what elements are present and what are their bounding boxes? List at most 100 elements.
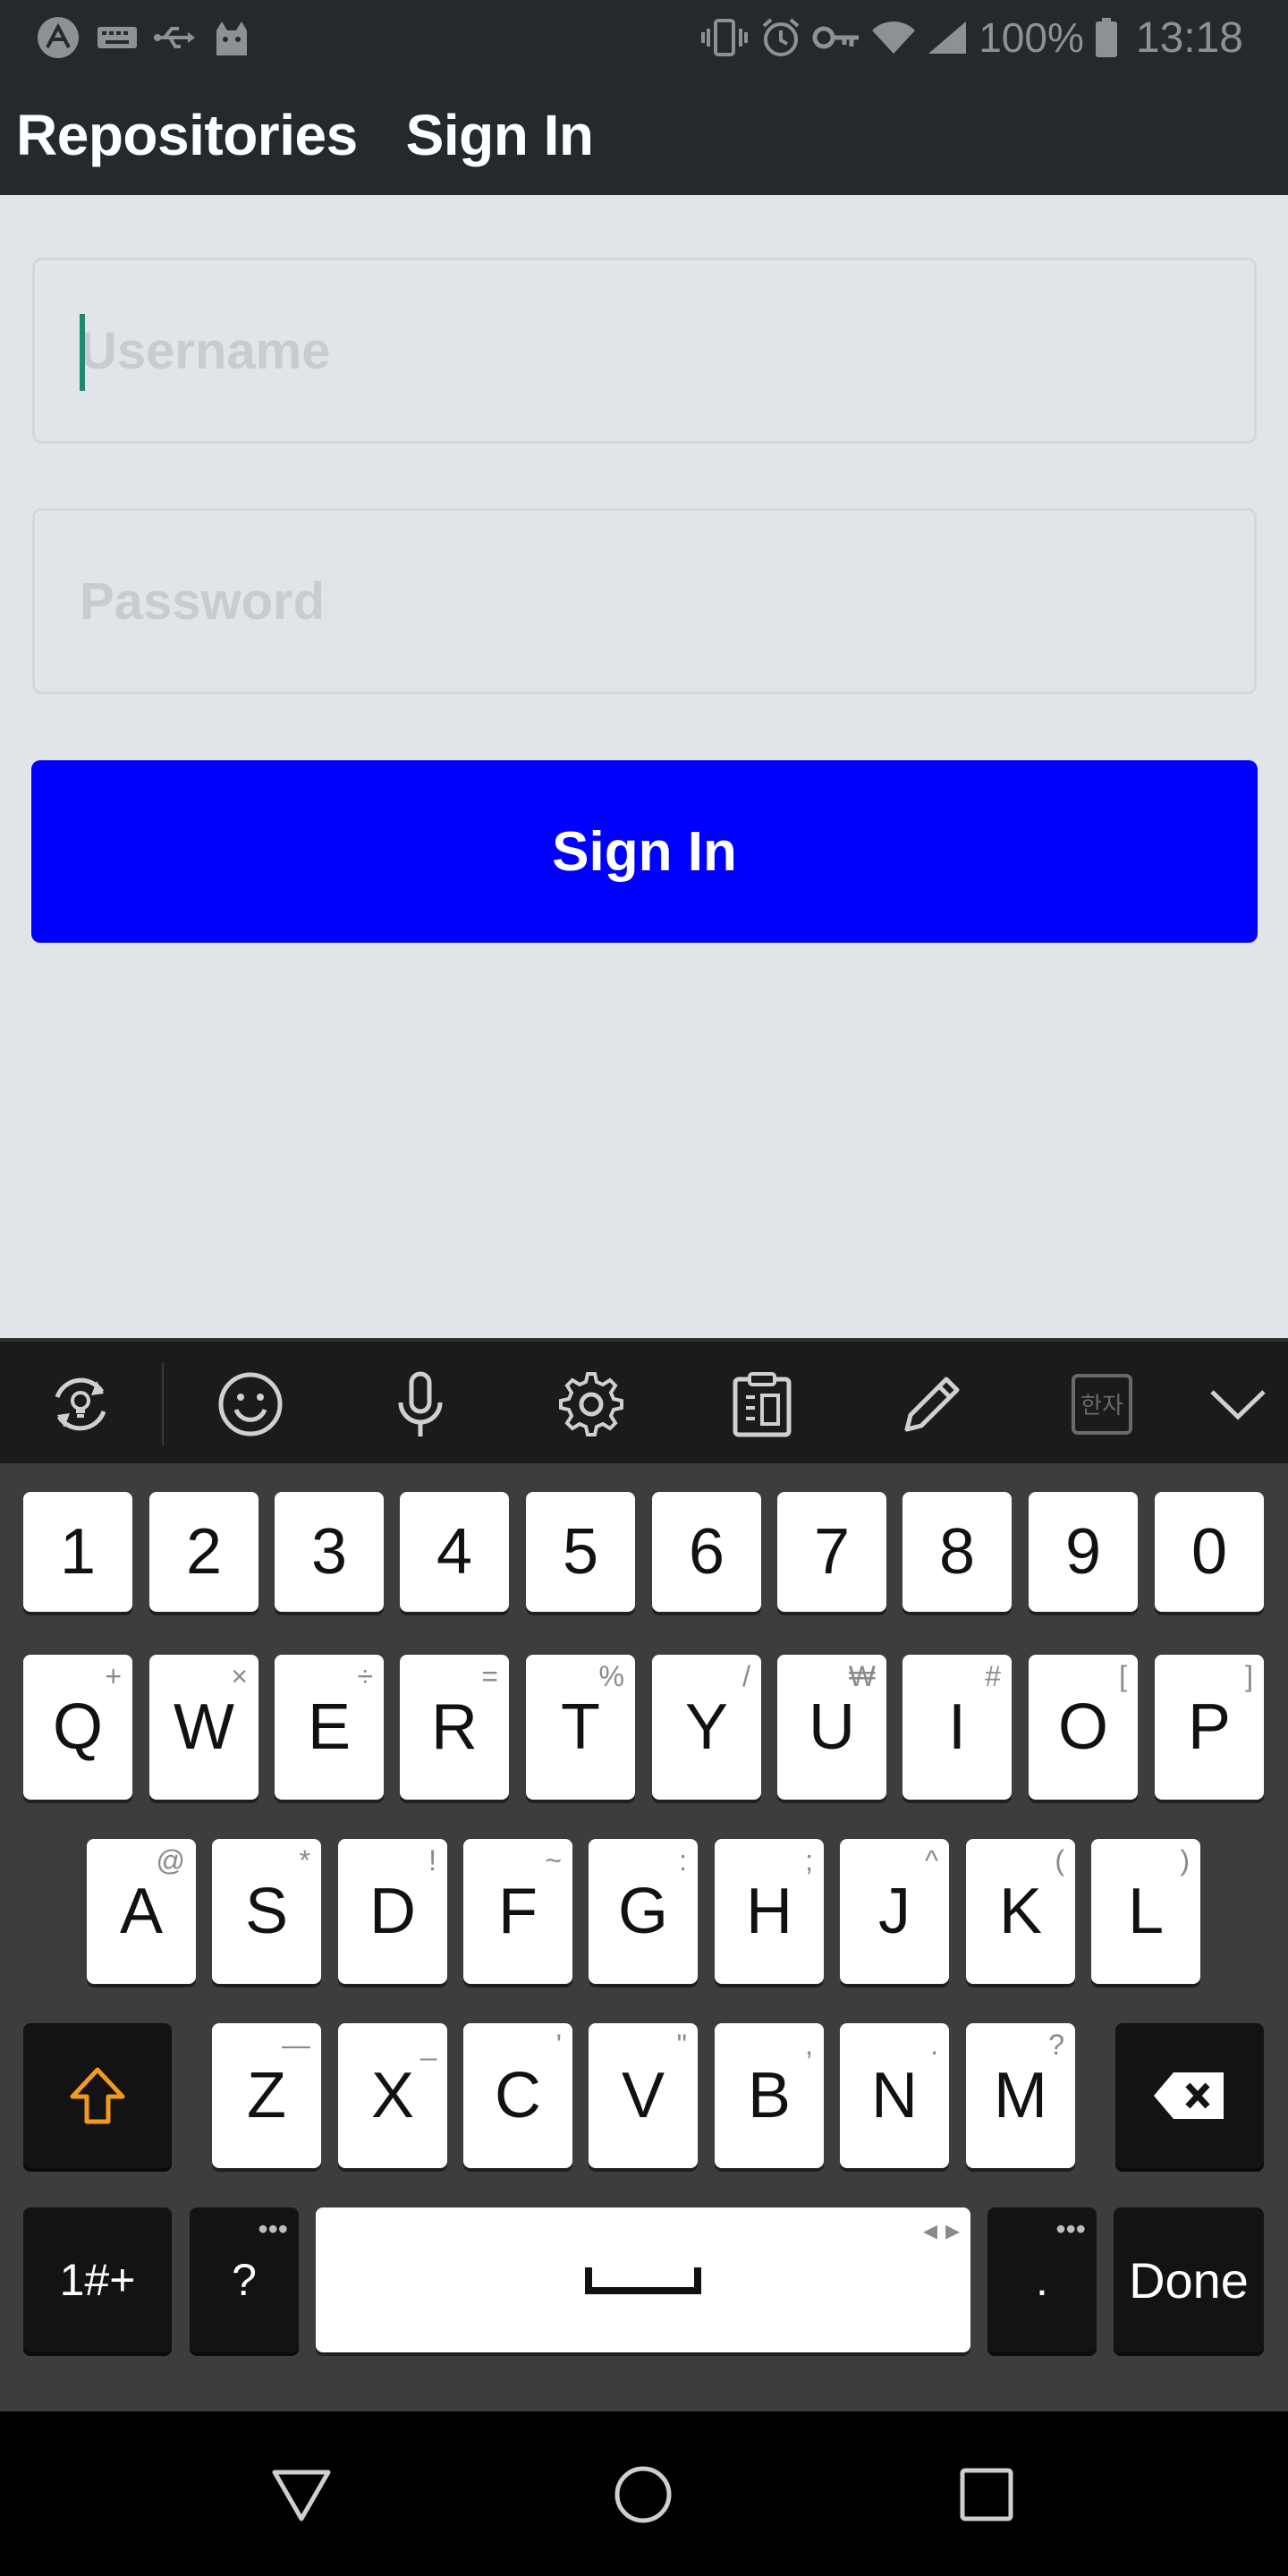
password-input[interactable] [35,511,1254,691]
key-2[interactable]: 2 [149,1492,258,1612]
key-q[interactable]: Q + [23,1655,132,1800]
key-sub-label: ) [1180,1844,1190,1877]
switch-keyboard-icon[interactable] [41,1365,120,1444]
space-key[interactable]: ◂ ▸ [316,2207,970,2352]
key-sub-label: ~ [545,1844,562,1877]
key-c[interactable]: C ' [463,2023,572,2168]
key-label: ? [232,2255,257,2305]
chevron-down-icon[interactable] [1199,1365,1277,1444]
hanja-icon[interactable]: 한자 [1063,1365,1141,1444]
status-right-icons: 100% 13:18 [699,13,1243,63]
toolbar-divider [162,1363,164,1445]
key-s[interactable]: S * [212,1839,321,1984]
shift-key[interactable] [23,2023,172,2168]
microphone-icon[interactable] [381,1365,460,1444]
backspace-icon [1154,2072,1224,2119]
key-1[interactable]: 1 [23,1492,132,1612]
key-u[interactable]: U ₩ [777,1655,886,1800]
key-n[interactable]: N. [840,2023,949,2168]
keyboard-icon [97,24,138,51]
key-l[interactable]: L) [1091,1839,1200,1984]
key-b[interactable]: B, [715,2023,824,2168]
key-sub-label: [ [1119,1660,1127,1692]
key-8[interactable]: 8 [902,1492,1012,1612]
password-field[interactable] [32,508,1257,694]
key-m[interactable]: M? [966,2023,1075,2168]
key-label: U [809,1691,855,1763]
key-6[interactable]: 6 [652,1492,761,1612]
alarm-icon [760,17,801,58]
key-v[interactable]: V " [589,2023,698,2168]
key-label: H [746,1876,792,1947]
key-4[interactable]: 4 [400,1492,509,1612]
backspace-key[interactable] [1115,2023,1264,2168]
key-sub-label: % [598,1660,624,1692]
key-sub-label: = [481,1660,498,1692]
key-icon [812,22,860,53]
sign-in-button[interactable]: Sign In [31,760,1258,943]
key-e[interactable]: E ÷ [275,1655,384,1800]
key-f[interactable]: F ~ [463,1839,572,1984]
key-label: P [1187,1691,1232,1763]
settings-gear-icon[interactable] [552,1365,631,1444]
key-d[interactable]: D! [338,1839,447,1984]
key-i[interactable]: I # [902,1655,1012,1800]
key-9[interactable]: 9 [1029,1492,1138,1612]
key-j[interactable]: J ^ [840,1839,949,1984]
key-t[interactable]: T% [526,1655,635,1800]
username-field[interactable] [32,258,1257,444]
key-r[interactable]: R = [400,1655,509,1800]
key-g[interactable]: G: [589,1839,698,1984]
key-a[interactable]: A @ [87,1839,196,1984]
key-sub-label: ^ [924,1844,938,1877]
symbols-key[interactable]: 1#+ [23,2207,172,2352]
username-input[interactable] [35,260,1254,441]
key-sub-label: / [742,1660,750,1692]
question-key[interactable]: ? ••• [190,2207,299,2352]
status-left-icons [36,13,250,63]
tab-repositories[interactable]: Repositories [16,102,358,168]
clipboard-icon[interactable] [723,1365,801,1444]
clock: 13:18 [1135,13,1243,62]
app-header: Repositories Sign In [0,75,1288,195]
recents-square-icon[interactable] [946,2454,1027,2535]
key-label: D [369,1876,416,1947]
key-sub-label: _ [420,2029,436,2061]
key-y[interactable]: Y / [652,1655,761,1800]
key-label: A [119,1876,164,1947]
key-3[interactable]: 3 [275,1492,384,1612]
home-circle-icon[interactable] [603,2454,683,2535]
key-sub-label: ( [1055,1844,1064,1877]
battery-icon [1095,18,1118,57]
battery-percent: 100% [979,14,1084,61]
key-5[interactable]: 5 [526,1492,635,1612]
period-key[interactable]: . ••• [987,2207,1097,2352]
key-7[interactable]: 7 [777,1492,886,1612]
done-key[interactable]: Done [1114,2207,1264,2352]
pen-icon[interactable] [893,1365,971,1444]
key-o[interactable]: O[ [1029,1655,1138,1800]
key-p[interactable]: P] [1155,1655,1264,1800]
emoji-icon[interactable] [211,1365,290,1444]
key-label: Z [247,2060,286,2131]
key-sub-label: @ [156,1844,185,1877]
keyboard-toolbar: 한자 [0,1338,1288,1463]
key-label: Q [52,1691,103,1763]
tab-sign-in[interactable]: Sign In [406,102,594,168]
key-x[interactable]: X _ [338,2023,447,2168]
space-bar-icon [585,2267,701,2294]
key-label: G [617,1876,668,1947]
more-dots: ••• [258,2213,288,2245]
key-label: B [747,2060,792,2131]
space-arrows: ◂ ▸ [922,2214,960,2246]
key-h[interactable]: H; [715,1839,824,1984]
wifi-icon [871,20,916,55]
key-k[interactable]: K( [966,1839,1075,1984]
back-triangle-icon[interactable] [261,2454,342,2535]
key-w[interactable]: W × [149,1655,258,1800]
key-0[interactable]: 0 [1155,1492,1264,1612]
key-label: E [307,1691,352,1763]
key-z[interactable]: Z — [212,2023,321,2168]
key-sub-label: ÷ [357,1660,373,1692]
key-sub-label: : [679,1844,687,1877]
